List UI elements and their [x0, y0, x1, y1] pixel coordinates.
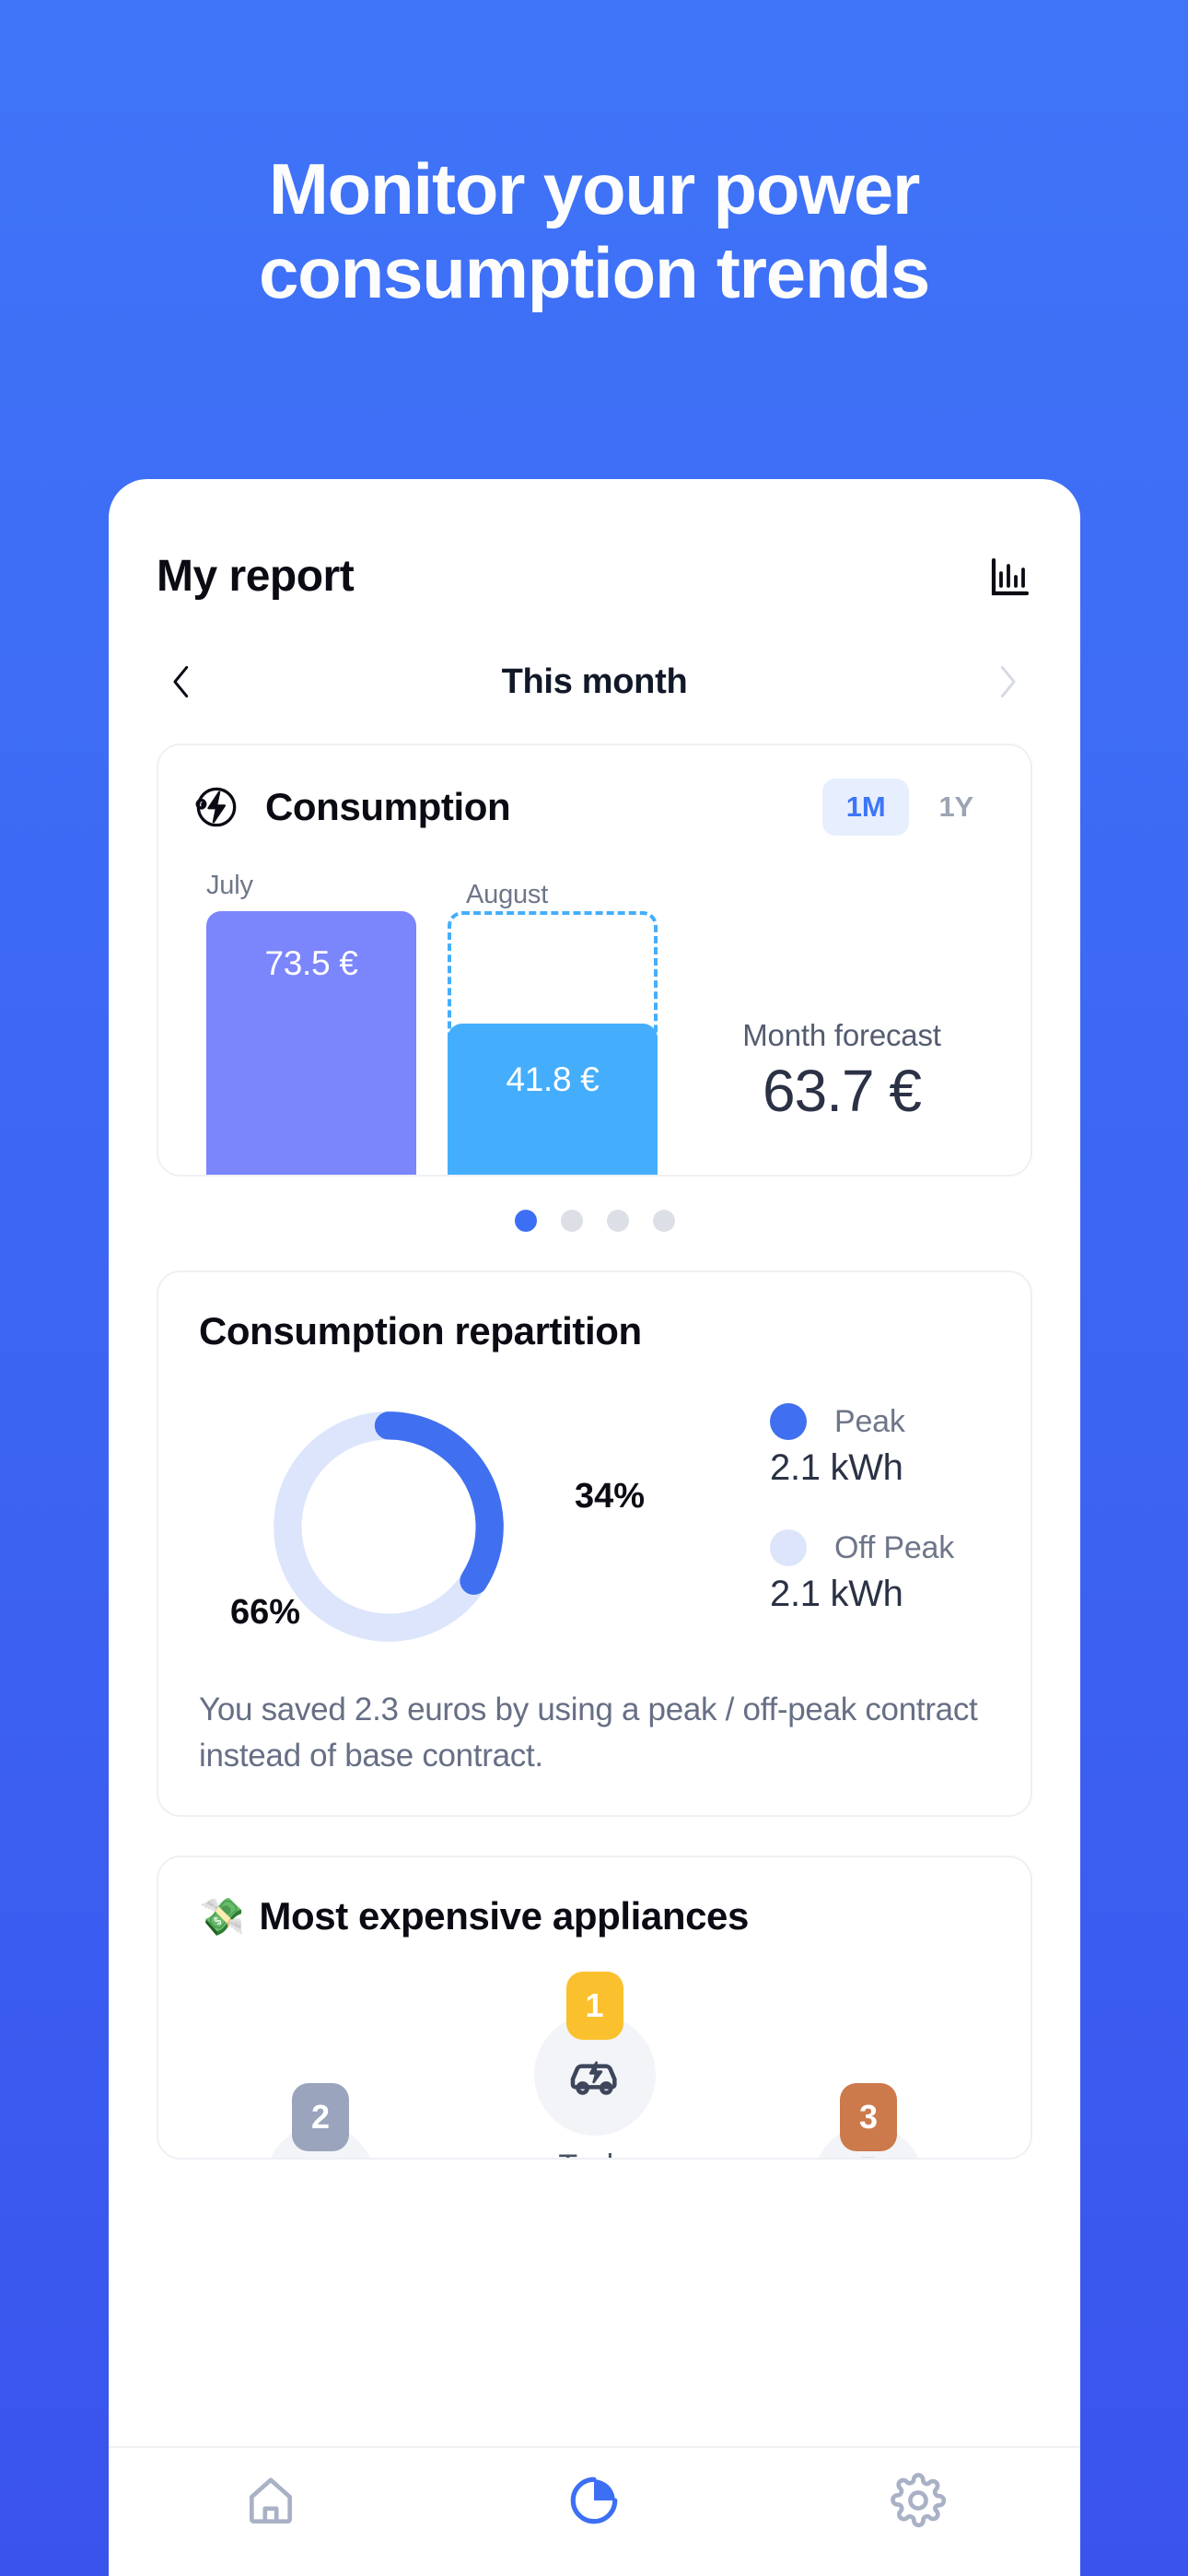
range-option-1m[interactable]: 1M — [821, 779, 910, 836]
bar-group-july[interactable]: July 73.5 € — [206, 871, 416, 1175]
hero-line-1: Monitor your power — [268, 148, 921, 229]
legend-swatch-offpeak — [770, 1529, 807, 1566]
legend-value-offpeak: 2.1 kWh — [770, 1574, 903, 1614]
chevron-right-icon[interactable] — [992, 659, 1023, 705]
consumption-card-header: Consumption 1M 1Y — [158, 745, 1031, 836]
bar-group-august[interactable]: August 41.8 € — [448, 880, 658, 1175]
legend-value-peak: 2.1 kWh — [770, 1447, 903, 1488]
donut-chart: 34% 66% — [230, 1398, 645, 1656]
appliances-podium: 2 1 3 — [199, 1972, 990, 2159]
month-forecast-value: 63.7 € — [763, 1058, 922, 1124]
rank-badge-2: 2 — [292, 2083, 349, 2152]
app-scroll-area[interactable]: My report This month Consumption 1M 1Y J… — [109, 479, 1080, 2446]
carousel-dot-4[interactable] — [652, 1210, 675, 1232]
hero-headline: Monitor your power consumption trends — [0, 147, 1188, 316]
repartition-title: Consumption repartition — [199, 1309, 642, 1352]
carousel-dot-3[interactable] — [606, 1210, 629, 1232]
range-option-1y[interactable]: 1Y — [914, 779, 997, 836]
appliances-title: Most expensive appliances — [259, 1894, 749, 1938]
repartition-chart-row: 34% 66% Peak 2.1 kWh Off Peak 2.1 kWh — [199, 1398, 990, 1656]
bar-value-july: 73.5 € — [264, 944, 358, 982]
bar-august[interactable] — [448, 1024, 658, 1175]
carousel-dot-1[interactable] — [514, 1210, 537, 1232]
donut-label-offpeak-pct: 66% — [230, 1593, 301, 1632]
savings-text: You saved 2.3 euros by using a peak / of… — [199, 1692, 978, 1774]
nav-report-button[interactable] — [539, 2472, 649, 2529]
legend-label-peak: Peak — [834, 1403, 905, 1439]
nav-settings-button[interactable] — [863, 2472, 973, 2529]
consumption-repartition-card[interactable]: Consumption repartition 34% 66% Peak 2.1… — [157, 1270, 1032, 1818]
page-title: My report — [157, 552, 355, 601]
carousel-dot-2[interactable] — [560, 1210, 583, 1232]
appliances-title-row: 💸 Most expensive appliances — [199, 1894, 990, 1938]
consumption-bar-chart: July 73.5 € August 41.8 € Month forecast… — [158, 871, 1031, 1175]
bottom-navigation — [109, 2446, 1080, 2576]
most-expensive-appliances-card[interactable]: 💸 Most expensive appliances 2 1 3 — [157, 1856, 1032, 2160]
hero-line-2: consumption trends — [258, 232, 930, 314]
chevron-left-icon[interactable] — [166, 659, 197, 705]
money-with-wings-icon: 💸 — [199, 1896, 245, 1938]
report-header: My report — [109, 479, 1080, 602]
donut-legend: Peak 2.1 kWh Off Peak 2.1 kWh — [770, 1403, 954, 1656]
nav-home-button[interactable] — [215, 2472, 326, 2529]
legend-swatch-peak — [770, 1403, 807, 1440]
month-forecast: Month forecast 63.7 € — [690, 1018, 994, 1125]
rank-badge-1: 1 — [565, 1972, 623, 2041]
appliance-rank-2[interactable]: 2 — [210, 2083, 431, 2159]
donut-label-peak-pct: 34% — [575, 1477, 646, 1516]
carousel-pagination[interactable] — [109, 1210, 1080, 1232]
legend-label-offpeak: Off Peak — [834, 1529, 955, 1565]
bar-label-july: July — [206, 871, 253, 900]
bar-value-august: 41.8 € — [506, 1060, 600, 1098]
bar-chart-icon[interactable] — [988, 555, 1032, 599]
lightning-bolt-circle-icon — [192, 782, 241, 832]
gear-icon — [891, 2473, 947, 2528]
pie-chart-icon — [571, 2476, 618, 2524]
consumption-card[interactable]: Consumption 1M 1Y July 73.5 € August 41.… — [157, 744, 1032, 1177]
rank-badge-3: 3 — [840, 2083, 897, 2152]
consumption-card-title: Consumption — [265, 785, 511, 828]
range-toggle-group: 1M 1Y — [821, 779, 997, 836]
legend-item-peak: Peak 2.1 kWh — [770, 1403, 954, 1489]
phone-mockup: My report This month Consumption 1M 1Y J… — [109, 479, 1080, 2576]
month-forecast-label: Month forecast — [742, 1018, 941, 1052]
month-navigation: This month — [109, 602, 1080, 705]
appliance-rank-1[interactable]: 1 Tesla — [484, 1972, 705, 2158]
appliance-rank-3[interactable]: 3 — [758, 2083, 979, 2159]
current-period-label: This month — [501, 662, 688, 701]
home-icon — [249, 2477, 292, 2524]
legend-item-offpeak: Off Peak 2.1 kWh — [770, 1529, 954, 1615]
appliance-name-1: Tesla — [558, 2149, 631, 2158]
bar-label-august: August — [466, 880, 549, 909]
